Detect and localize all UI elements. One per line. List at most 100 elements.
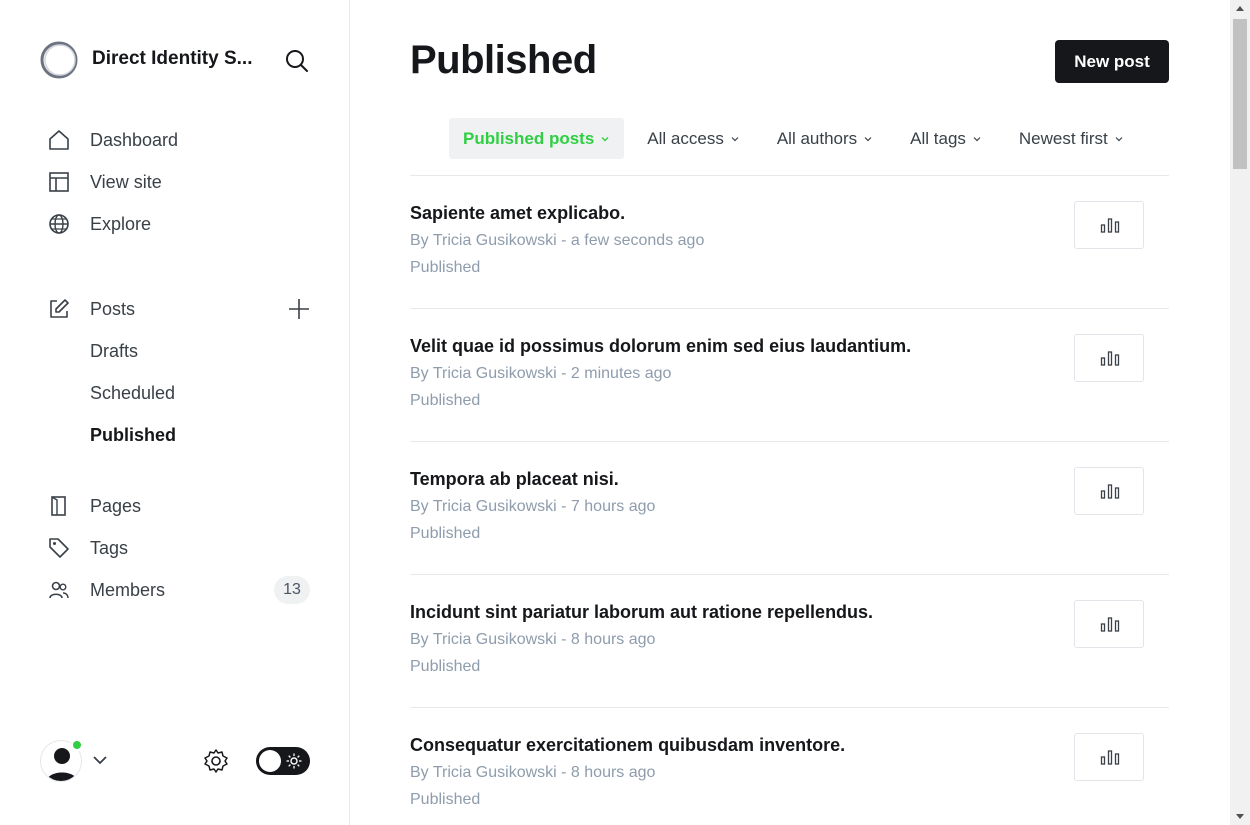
post-meta: By Tricia Gusikowski - 7 hours ago [410, 498, 656, 515]
post-list-item[interactable]: Tempora ab placeat nisi. By Tricia Gusik… [410, 442, 1169, 575]
bar-chart-icon [1100, 617, 1120, 632]
main-content: Published New post Published posts All a… [350, 0, 1230, 825]
post-status: Published [410, 392, 481, 409]
theme-toggle[interactable] [256, 747, 310, 775]
home-icon [49, 130, 69, 150]
post-author: By Tricia Gusikowski [410, 365, 557, 382]
scroll-up-arrow-icon[interactable] [1230, 0, 1250, 17]
post-title[interactable]: Tempora ab placeat nisi. [410, 469, 619, 490]
posts-nav: Posts Drafts Scheduled Published [40, 288, 320, 456]
post-status: Published [410, 791, 481, 808]
post-meta: By Tricia Gusikowski - 2 minutes ago [410, 365, 672, 382]
post-time: 2 minutes ago [570, 365, 672, 382]
post-time: 8 hours ago [570, 631, 656, 648]
members-icon [49, 581, 69, 599]
search-icon[interactable] [284, 48, 310, 74]
post-analytics-button[interactable] [1074, 334, 1144, 382]
post-list-item[interactable]: Incidunt sint pariatur laborum aut ratio… [410, 575, 1169, 708]
post-list-item[interactable]: Sapiente amet explicabo. By Tricia Gusik… [410, 176, 1169, 309]
nav-label: Published [90, 424, 177, 445]
nav-item-explore[interactable]: Explore [40, 203, 320, 245]
nav-label: Pages [90, 495, 142, 516]
post-time: a few seconds ago [570, 232, 705, 249]
online-status-dot [71, 739, 83, 751]
edit-icon [50, 299, 69, 318]
chevron-down-icon [973, 136, 981, 141]
layout-icon [49, 172, 69, 192]
plus-icon[interactable] [288, 298, 310, 320]
post-analytics-button[interactable] [1074, 733, 1144, 781]
toggle-knob [259, 750, 281, 772]
filter-tags[interactable]: All tags [896, 118, 996, 159]
nav-label: Posts [90, 298, 136, 319]
chevron-down-icon[interactable] [92, 752, 108, 768]
post-author: By Tricia Gusikowski [410, 631, 557, 648]
post-analytics-button[interactable] [1074, 600, 1144, 648]
nav-item-dashboard[interactable]: Dashboard [40, 119, 320, 161]
post-author: By Tricia Gusikowski [410, 498, 557, 515]
brand-header: Direct Identity S... [40, 40, 320, 80]
sidebar-footer [40, 738, 310, 782]
brand-logo-icon[interactable] [40, 41, 78, 79]
nav-item-posts[interactable]: Posts [40, 288, 320, 330]
bar-chart-icon [1100, 484, 1120, 499]
nav-item-published[interactable]: Published [40, 414, 320, 456]
filter-access[interactable]: All access [633, 118, 754, 159]
scroll-down-arrow-icon[interactable] [1230, 808, 1250, 825]
post-title[interactable]: Incidunt sint pariatur laborum aut ratio… [410, 602, 873, 623]
nav-item-view-site[interactable]: View site [40, 161, 320, 203]
page-title: Published [410, 38, 597, 82]
filter-bar: Published posts All access All authors A… [449, 118, 1147, 159]
primary-nav: Dashboard View site Explore [40, 119, 320, 245]
nav-label: Explore [90, 213, 152, 234]
nav-label: View site [90, 171, 162, 192]
post-meta: By Tricia Gusikowski - 8 hours ago [410, 764, 656, 781]
nav-item-pages[interactable]: Pages [40, 485, 320, 527]
page-icon [51, 496, 66, 516]
post-title[interactable]: Sapiente amet explicabo. [410, 203, 625, 224]
post-author: By Tricia Gusikowski [410, 232, 557, 249]
tag-icon [49, 538, 69, 558]
post-title[interactable]: Consequatur exercitationem quibusdam inv… [410, 735, 845, 756]
post-analytics-button[interactable] [1074, 467, 1144, 515]
nav-item-drafts[interactable]: Drafts [40, 330, 320, 372]
post-time: 7 hours ago [570, 498, 656, 515]
bar-chart-icon [1100, 750, 1120, 765]
nav-item-members[interactable]: Members 13 [40, 569, 320, 611]
filter-authors[interactable]: All authors [763, 118, 887, 159]
post-list-item[interactable]: Velit quae id possimus dolorum enim sed … [410, 309, 1169, 442]
filter-label: All tags [910, 128, 966, 148]
nav-item-scheduled[interactable]: Scheduled [40, 372, 320, 414]
chevron-down-icon [1115, 136, 1123, 141]
post-status: Published [410, 525, 481, 542]
bar-chart-icon [1100, 218, 1120, 233]
post-meta: By Tricia Gusikowski - a few seconds ago [410, 232, 705, 249]
post-analytics-button[interactable] [1074, 201, 1144, 249]
post-title[interactable]: Velit quae id possimus dolorum enim sed … [410, 336, 911, 357]
nav-label: Scheduled [90, 382, 176, 403]
globe-icon [49, 214, 69, 234]
secondary-nav: Pages Tags Members 13 [40, 485, 320, 611]
chevron-down-icon [731, 136, 739, 141]
post-list-item[interactable]: Consequatur exercitationem quibusdam inv… [410, 708, 1169, 825]
members-count-badge: 13 [274, 576, 310, 604]
nav-item-tags[interactable]: Tags [40, 527, 320, 569]
post-time: 8 hours ago [570, 764, 656, 781]
sidebar: Direct Identity S... Dashboard View site… [0, 0, 350, 825]
nav-label: Drafts [90, 340, 139, 361]
filter-sort[interactable]: Newest first [1005, 118, 1138, 159]
scrollbar-thumb[interactable] [1233, 19, 1247, 169]
filter-label: All authors [776, 128, 858, 148]
filter-label: Published posts [463, 128, 595, 148]
app-window: Direct Identity S... Dashboard View site… [0, 0, 1250, 825]
sun-icon [286, 753, 302, 769]
new-post-button[interactable]: New post [1055, 40, 1169, 83]
post-meta: By Tricia Gusikowski - 8 hours ago [410, 631, 656, 648]
chevron-down-icon [864, 136, 872, 141]
vertical-scrollbar[interactable] [1230, 0, 1250, 825]
site-name[interactable]: Direct Identity S... [92, 48, 262, 70]
post-author: By Tricia Gusikowski [410, 764, 557, 781]
post-status: Published [410, 658, 481, 675]
filter-status[interactable]: Published posts [449, 118, 625, 159]
gear-icon[interactable] [203, 748, 229, 774]
